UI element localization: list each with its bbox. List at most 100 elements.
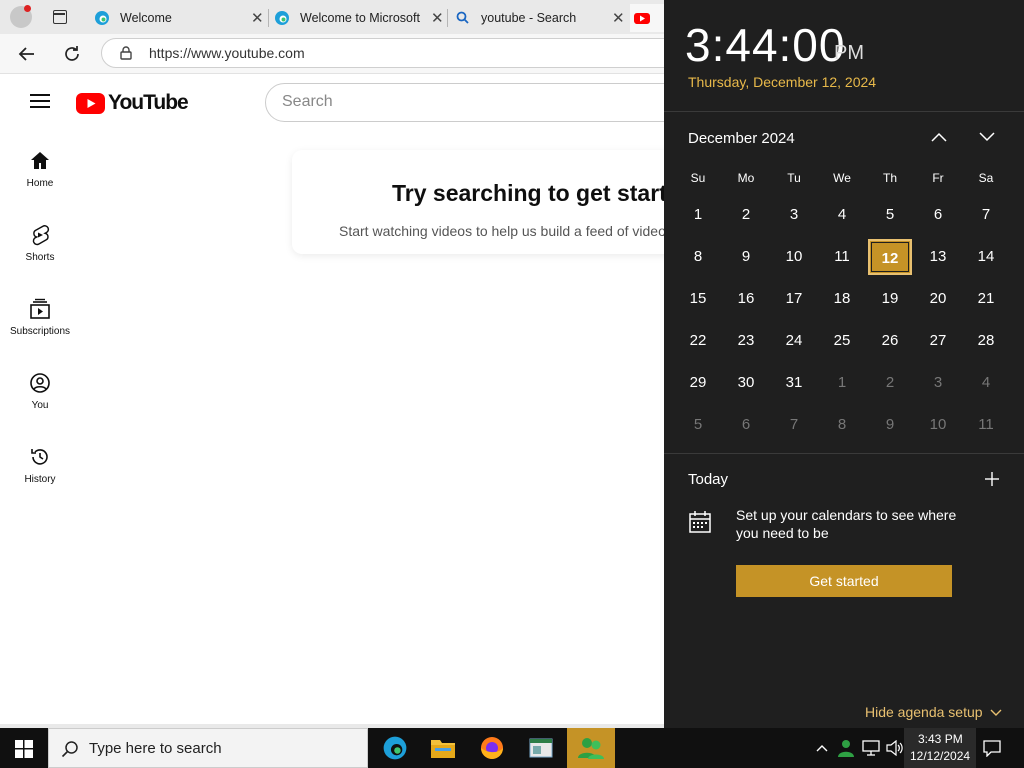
calendar-day[interactable]: 7 [964, 197, 1008, 233]
edge-icon [95, 11, 109, 25]
calendar-day[interactable]: 28 [964, 323, 1008, 359]
add-event-icon[interactable] [984, 471, 1000, 487]
taskbar-search-box[interactable]: Type here to search [48, 728, 368, 768]
back-arrow-icon[interactable] [18, 45, 36, 63]
get-started-button[interactable]: Get started [736, 565, 952, 597]
calendar-day[interactable]: 20 [916, 281, 960, 317]
taskbar-search-placeholder: Type here to search [89, 740, 222, 757]
tab-welcome-microsoft[interactable]: Welcome to Microsoft ✕ [274, 4, 446, 32]
calendar-day[interactable]: 3 [916, 365, 960, 401]
close-tab-icon[interactable]: ✕ [251, 9, 264, 27]
calendar-day[interactable]: 5 [676, 407, 720, 443]
youtube-play-icon [76, 92, 105, 114]
taskbar-clock[interactable]: 3:43 PM 12/12/2024 [904, 728, 976, 768]
calendar-day[interactable]: 27 [916, 323, 960, 359]
calendar-day[interactable]: 16 [724, 281, 768, 317]
weekday-label: We [833, 171, 851, 185]
nav-label: Shorts [25, 252, 55, 263]
calendar-day-selected[interactable]: 12 [868, 239, 912, 275]
empty-feed-title: Try searching to get started [392, 180, 664, 206]
calendar-day[interactable]: 22 [676, 323, 720, 359]
profile-avatar[interactable] [10, 5, 32, 28]
calendar-day[interactable]: 2 [868, 365, 912, 401]
calendar-day[interactable]: 29 [676, 365, 720, 401]
calendar-day[interactable]: 10 [916, 407, 960, 443]
calendar-day[interactable]: 6 [916, 197, 960, 233]
action-center-icon[interactable] [983, 740, 1001, 757]
nav-home[interactable]: Home [0, 150, 80, 189]
tab-actions-icon[interactable] [53, 10, 67, 24]
url-field[interactable]: https://www.youtube.com [101, 38, 701, 68]
close-tab-icon[interactable]: ✕ [612, 9, 625, 27]
calendar-day[interactable]: 21 [964, 281, 1008, 317]
show-hidden-icons-chevron[interactable] [816, 743, 828, 753]
windows-start-icon[interactable] [15, 740, 33, 758]
nav-subscriptions[interactable]: Subscriptions [0, 298, 80, 337]
calendar-day[interactable]: 25 [820, 323, 864, 359]
nav-history[interactable]: History [0, 446, 80, 485]
taskbar-firefox[interactable] [468, 728, 516, 768]
calendar-day[interactable]: 24 [772, 323, 816, 359]
taskbar-clock-time: 3:43 PM [918, 732, 963, 746]
calendar-day[interactable]: 23 [724, 323, 768, 359]
calendar-day[interactable]: 7 [772, 407, 816, 443]
calendar-day[interactable]: 19 [868, 281, 912, 317]
calendar-day[interactable]: 31 [772, 365, 816, 401]
hide-agenda-link[interactable]: Hide agenda setup [865, 704, 1002, 720]
previous-month-icon[interactable] [930, 130, 948, 144]
refresh-icon[interactable] [63, 45, 81, 63]
firefox-icon [481, 737, 503, 759]
nav-you[interactable]: You [0, 372, 80, 411]
divider [664, 453, 1024, 454]
calendar-day[interactable]: 18 [820, 281, 864, 317]
lock-icon [120, 46, 132, 60]
taskbar-file-explorer[interactable] [419, 728, 467, 768]
calendar-day[interactable]: 5 [868, 197, 912, 233]
flyout-date[interactable]: Thursday, December 12, 2024 [688, 74, 876, 90]
calendar-day[interactable]: 8 [676, 239, 720, 275]
calendar-day[interactable]: 26 [868, 323, 912, 359]
calendar-day[interactable]: 15 [676, 281, 720, 317]
calendar-day[interactable]: 1 [676, 197, 720, 233]
empty-feed-subtitle: Start watching videos to help us build a… [339, 223, 664, 239]
edge-icon [275, 11, 289, 25]
calendar-day[interactable]: 10 [772, 239, 816, 275]
youtube-icon [634, 13, 650, 24]
calendar-day[interactable]: 14 [964, 239, 1008, 275]
taskbar-active-app[interactable] [567, 728, 615, 768]
calendar-day[interactable]: 9 [724, 239, 768, 275]
tab-youtube-search[interactable]: youtube - Search ✕ [455, 4, 627, 32]
calendar-day[interactable]: 11 [964, 407, 1008, 443]
calendar-day[interactable]: 4 [820, 197, 864, 233]
calendar-day[interactable]: 3 [772, 197, 816, 233]
clock-calendar-flyout: 3:44:00 PM Thursday, December 12, 2024 D… [664, 0, 1024, 728]
next-month-icon[interactable] [978, 130, 996, 144]
calendar-day[interactable]: 1 [820, 365, 864, 401]
search-icon [61, 741, 78, 758]
volume-icon[interactable] [886, 740, 904, 756]
menu-icon[interactable] [30, 93, 50, 109]
network-icon[interactable] [862, 740, 880, 756]
close-tab-icon[interactable]: ✕ [431, 9, 444, 27]
calendar-day[interactable]: 8 [820, 407, 864, 443]
calendar-day[interactable]: 30 [724, 365, 768, 401]
calendar-day[interactable]: 4 [964, 365, 1008, 401]
tab-youtube-active[interactable] [630, 4, 664, 32]
calendar-day[interactable]: 6 [724, 407, 768, 443]
people-icon [578, 738, 604, 759]
calendar-day[interactable]: 2 [724, 197, 768, 233]
calendar-day[interactable]: 17 [772, 281, 816, 317]
taskbar-app-window[interactable] [517, 728, 565, 768]
nav-label: You [31, 400, 49, 411]
calendar-day[interactable]: 11 [820, 239, 864, 275]
youtube-logo[interactable]: YouTube [76, 91, 189, 115]
youtube-search-input[interactable]: Search [265, 83, 664, 122]
calendar-day[interactable]: 13 [916, 239, 960, 275]
nav-shorts[interactable]: Shorts [0, 224, 80, 263]
user-tray-icon[interactable] [837, 739, 855, 757]
month-label[interactable]: December 2024 [688, 130, 795, 147]
calendar-day[interactable]: 9 [868, 407, 912, 443]
app-window-icon [529, 738, 553, 758]
tab-welcome[interactable]: Welcome ✕ [94, 4, 266, 32]
taskbar-edge[interactable] [371, 728, 419, 768]
